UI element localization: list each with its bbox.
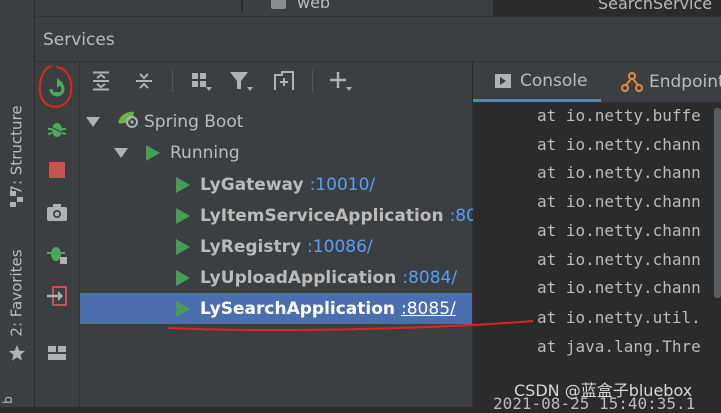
run-icon <box>176 176 190 193</box>
service-name: LySearchApplication <box>200 298 396 319</box>
stop-icon <box>49 162 65 178</box>
tab-endpoints-label: Endpoint <box>649 72 721 92</box>
expand-all-icon <box>93 71 109 91</box>
log-line: at io.netty.chann <box>537 163 701 182</box>
new-tab-button[interactable] <box>269 66 299 96</box>
log-line: at io.netty.chann <box>537 192 701 211</box>
tree-node-running[interactable]: Running <box>80 137 472 168</box>
add-service-button[interactable] <box>326 66 356 96</box>
module-icon <box>271 0 286 9</box>
toolbar-separator <box>172 70 173 92</box>
filter-icon <box>230 72 253 91</box>
structure-icon <box>10 191 24 211</box>
service-item-lysearchapplication[interactable]: LySearchApplication :8085/ <box>80 293 472 324</box>
log-line: at io.netty.chann <box>537 250 701 269</box>
stop-button[interactable] <box>35 154 79 186</box>
tree-node-spring-boot[interactable]: Spring Boot <box>80 106 472 137</box>
filter-button[interactable] <box>226 66 256 96</box>
spring-boot-icon <box>116 109 140 134</box>
service-port-link[interactable]: :10010/ <box>310 175 376 195</box>
run-icon <box>176 300 190 317</box>
tab-console[interactable]: Console <box>473 62 601 102</box>
web-module-label[interactable]: web <box>297 0 330 12</box>
layout-icon <box>48 346 66 360</box>
service-item-lyuploadapplication[interactable]: LyUploadApplication :8084/ <box>80 262 472 293</box>
rerun-button[interactable] <box>35 72 79 104</box>
open-in-new-tab-icon <box>274 71 294 90</box>
log-line: at java.lang.Thre <box>537 337 701 356</box>
service-actions-column <box>35 62 80 407</box>
log-line: at io.netty.util. <box>537 308 701 327</box>
chevron-down-icon <box>86 116 100 127</box>
bug-settings-icon <box>47 247 67 264</box>
left-tool-strip: 7: Structure 2: Favorites b <box>0 0 35 407</box>
bug-icon <box>47 123 67 137</box>
tab-divider <box>241 0 243 12</box>
service-name: LyItemServiceApplication <box>200 205 444 226</box>
console-scrollbar[interactable] <box>714 108 721 298</box>
run-icon <box>176 238 190 255</box>
layout-button[interactable] <box>35 337 79 369</box>
attach-button[interactable] <box>35 280 79 312</box>
services-title: Services <box>43 30 115 50</box>
thread-dump-button[interactable] <box>35 196 79 228</box>
spring-boot-label: Spring Boot <box>144 111 244 132</box>
log-line: at io.netty.chann <box>537 278 701 297</box>
console-tab-bar: Console Endpoint <box>473 62 721 103</box>
collapse-all-icon <box>136 73 152 89</box>
csdn-watermark: CSDN @蓝盒子bluebox <box>514 381 693 400</box>
service-item-lyitemserviceapplication[interactable]: LyItemServiceApplication :8083/ <box>80 200 504 231</box>
service-port-link[interactable]: :8084/ <box>402 268 457 288</box>
log-line: at io.netty.chann <box>537 135 701 154</box>
debug-settings-button[interactable] <box>35 238 79 270</box>
star-icon <box>8 344 26 366</box>
login-arrow-icon <box>47 286 67 306</box>
services-tree-toolbar <box>80 62 472 100</box>
service-port-link[interactable]: :8085/ <box>401 299 456 319</box>
service-name: LyGateway <box>200 174 304 195</box>
log-line: at io.netty.buffe <box>537 106 701 125</box>
chevron-down-icon <box>114 147 128 158</box>
collapse-all-button[interactable] <box>129 66 159 96</box>
service-item-lyregistry[interactable]: LyRegistry :10086/ <box>80 231 472 262</box>
searchservice-tab[interactable]: SearchService <box>493 0 721 16</box>
service-port-link[interactable]: :10086/ <box>307 237 373 257</box>
favorites-tab-label: 2: Favorites <box>8 249 26 337</box>
run-icon <box>146 144 160 161</box>
group-by-button[interactable] <box>186 66 216 96</box>
service-name: LyRegistry <box>200 236 302 257</box>
run-icon <box>176 269 190 286</box>
debug-button[interactable] <box>35 113 79 145</box>
strip-overflow-text: b <box>0 396 15 404</box>
log-line: at io.netty.chann <box>537 221 701 240</box>
favorites-tool-tab[interactable]: 2: Favorites <box>0 243 34 343</box>
services-header: Services <box>35 17 721 62</box>
running-group-label: Running <box>170 142 240 163</box>
run-icon <box>176 207 190 224</box>
expand-all-button[interactable] <box>86 66 116 96</box>
console-icon <box>495 73 511 88</box>
service-name: LyUploadApplication <box>200 267 397 288</box>
service-item-lygateway[interactable]: LyGateway :10010/ <box>80 169 472 200</box>
plus-icon <box>330 72 352 91</box>
tab-endpoints[interactable]: Endpoint <box>621 62 721 102</box>
structure-tab-label: 7: Structure <box>8 105 26 195</box>
rerun-icon <box>49 78 65 97</box>
group-icon <box>192 73 212 91</box>
searchservice-tab-label: SearchService <box>598 0 713 13</box>
toolbar-separator <box>312 70 313 92</box>
tab-console-label: Console <box>520 70 588 91</box>
camera-icon <box>47 204 67 221</box>
endpoints-icon <box>621 72 643 92</box>
